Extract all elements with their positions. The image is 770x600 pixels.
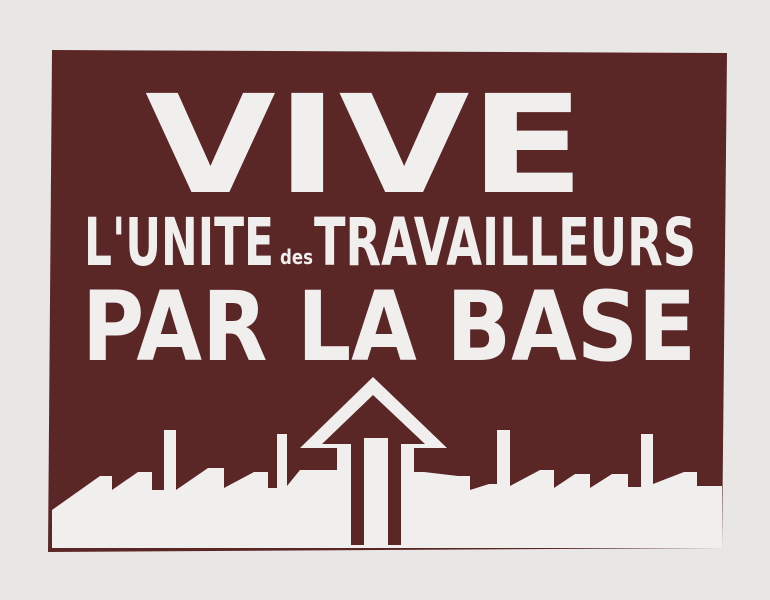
- poster: VIVE L'UNITE des TRAVAILLEURS PAR LA BAS…: [0, 0, 770, 600]
- headline-vive: VIVE: [145, 67, 585, 225]
- headline-unite: L'UNITE: [84, 204, 274, 281]
- poster-artwork: VIVE L'UNITE des TRAVAILLEURS PAR LA BAS…: [48, 50, 727, 552]
- headline-travailleurs: TRAVAILLEURS: [314, 204, 696, 281]
- headline-des: des: [280, 245, 313, 269]
- headline-par-la-base: PAR LA BASE: [82, 271, 696, 383]
